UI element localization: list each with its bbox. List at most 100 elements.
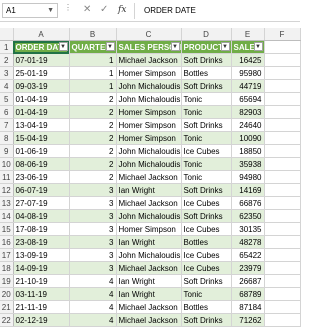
row-header[interactable]: 12: [0, 183, 14, 197]
table-header-cell[interactable]: ORDER DATE ▼: [13, 40, 70, 54]
table-cell[interactable]: 01-04-19: [13, 92, 70, 106]
table-cell[interactable]: 3: [69, 261, 117, 275]
table-cell[interactable]: Soft Drinks: [181, 79, 232, 93]
empty-cell[interactable]: [264, 66, 301, 80]
table-cell[interactable]: 82903: [231, 105, 265, 119]
table-cell[interactable]: 94980: [231, 170, 265, 184]
table-header-cell[interactable]: QUARTER ▼: [69, 40, 117, 54]
table-cell[interactable]: Tonic: [181, 170, 232, 184]
table-cell[interactable]: 2: [69, 118, 117, 132]
table-cell[interactable]: 2: [69, 131, 117, 145]
table-cell[interactable]: 66876: [231, 196, 265, 210]
filter-dropdown-icon[interactable]: ▼: [58, 42, 68, 51]
table-header-cell[interactable]: PRODUCTS ▼: [181, 40, 232, 54]
table-cell[interactable]: 95980: [231, 66, 265, 80]
table-cell[interactable]: 4: [69, 287, 117, 301]
table-cell[interactable]: Michael Jackson: [116, 196, 182, 210]
column-header[interactable]: A: [13, 28, 70, 41]
table-cell[interactable]: 25-01-19: [13, 66, 70, 80]
table-cell[interactable]: Bottles: [181, 235, 232, 249]
table-cell[interactable]: 14169: [231, 183, 265, 197]
table-cell[interactable]: 01-04-19: [13, 105, 70, 119]
row-header[interactable]: 6: [0, 105, 14, 119]
column-header[interactable]: B: [69, 28, 117, 41]
table-cell[interactable]: 01-06-19: [13, 144, 70, 158]
table-cell[interactable]: 07-01-19: [13, 53, 70, 67]
chevron-down-icon[interactable]: ▼: [47, 4, 54, 17]
row-header[interactable]: 17: [0, 248, 14, 262]
filter-dropdown-icon[interactable]: ▼: [220, 42, 230, 51]
table-cell[interactable]: 71262: [231, 313, 265, 327]
row-header[interactable]: 5: [0, 92, 14, 106]
table-cell[interactable]: 2: [69, 92, 117, 106]
row-header[interactable]: 16: [0, 235, 14, 249]
table-cell[interactable]: Soft Drinks: [181, 118, 232, 132]
empty-cell[interactable]: [264, 53, 301, 67]
name-box[interactable]: A1 ▼: [2, 3, 58, 18]
table-cell[interactable]: John Michaloudis: [116, 248, 182, 262]
table-cell[interactable]: John Michaloudis: [116, 144, 182, 158]
table-cell[interactable]: 1: [69, 66, 117, 80]
table-cell[interactable]: 65422: [231, 248, 265, 262]
table-cell[interactable]: Ice Cubes: [181, 144, 232, 158]
table-cell[interactable]: 21-10-19: [13, 274, 70, 288]
column-header[interactable]: C: [116, 28, 182, 41]
table-cell[interactable]: Homer Simpson: [116, 222, 182, 236]
empty-cell[interactable]: [264, 287, 301, 301]
filter-dropdown-icon[interactable]: ▼: [170, 42, 180, 51]
table-cell[interactable]: 62350: [231, 209, 265, 223]
table-cell[interactable]: 23979: [231, 261, 265, 275]
table-cell[interactable]: Bottles: [181, 300, 232, 314]
table-cell[interactable]: Tonic: [181, 131, 232, 145]
table-cell[interactable]: 06-07-19: [13, 183, 70, 197]
table-cell[interactable]: 1: [69, 53, 117, 67]
table-cell[interactable]: 2: [69, 170, 117, 184]
table-cell[interactable]: John Michaloudis: [116, 157, 182, 171]
cancel-icon[interactable]: ✕: [83, 3, 91, 17]
table-cell[interactable]: 02-12-19: [13, 313, 70, 327]
row-header[interactable]: 14: [0, 209, 14, 223]
empty-cell[interactable]: [264, 300, 301, 314]
row-header[interactable]: 11: [0, 170, 14, 184]
formula-input[interactable]: ORDER DATE: [144, 3, 196, 18]
table-cell[interactable]: Soft Drinks: [181, 274, 232, 288]
table-cell[interactable]: 3: [69, 183, 117, 197]
table-cell[interactable]: 48278: [231, 235, 265, 249]
table-cell[interactable]: 4: [69, 300, 117, 314]
table-cell[interactable]: Soft Drinks: [181, 53, 232, 67]
insert-function-button[interactable]: fx: [118, 3, 126, 17]
table-cell[interactable]: Homer Simpson: [116, 118, 182, 132]
table-cell[interactable]: 18850: [231, 144, 265, 158]
empty-cell[interactable]: [264, 118, 301, 132]
filter-dropdown-icon[interactable]: ▼: [253, 42, 263, 51]
table-cell[interactable]: 13-09-19: [13, 248, 70, 262]
table-cell[interactable]: 2: [69, 105, 117, 119]
table-cell[interactable]: 3: [69, 222, 117, 236]
table-cell[interactable]: Michael Jackson: [116, 300, 182, 314]
select-all-corner[interactable]: [0, 28, 14, 41]
table-cell[interactable]: 3: [69, 196, 117, 210]
empty-cell[interactable]: [264, 196, 301, 210]
table-cell[interactable]: Ian Wright: [116, 274, 182, 288]
table-cell[interactable]: 23-06-19: [13, 170, 70, 184]
table-cell[interactable]: 3: [69, 235, 117, 249]
row-header[interactable]: 3: [0, 66, 14, 80]
table-cell[interactable]: 4: [69, 274, 117, 288]
table-cell[interactable]: 1: [69, 79, 117, 93]
table-cell[interactable]: Soft Drinks: [181, 209, 232, 223]
table-cell[interactable]: Tonic: [181, 157, 232, 171]
table-cell[interactable]: 30135: [231, 222, 265, 236]
table-cell[interactable]: Ice Cubes: [181, 248, 232, 262]
table-cell[interactable]: 3: [69, 248, 117, 262]
table-cell[interactable]: 13-04-19: [13, 118, 70, 132]
empty-cell[interactable]: [264, 248, 301, 262]
table-cell[interactable]: 21-11-19: [13, 300, 70, 314]
table-cell[interactable]: 35938: [231, 157, 265, 171]
table-cell[interactable]: John Michaloudis: [116, 92, 182, 106]
table-cell[interactable]: 23-08-19: [13, 235, 70, 249]
table-cell[interactable]: Ice Cubes: [181, 222, 232, 236]
table-cell[interactable]: 08-06-19: [13, 157, 70, 171]
table-cell[interactable]: 27-07-19: [13, 196, 70, 210]
table-cell[interactable]: 16425: [231, 53, 265, 67]
table-cell[interactable]: Ian Wright: [116, 235, 182, 249]
